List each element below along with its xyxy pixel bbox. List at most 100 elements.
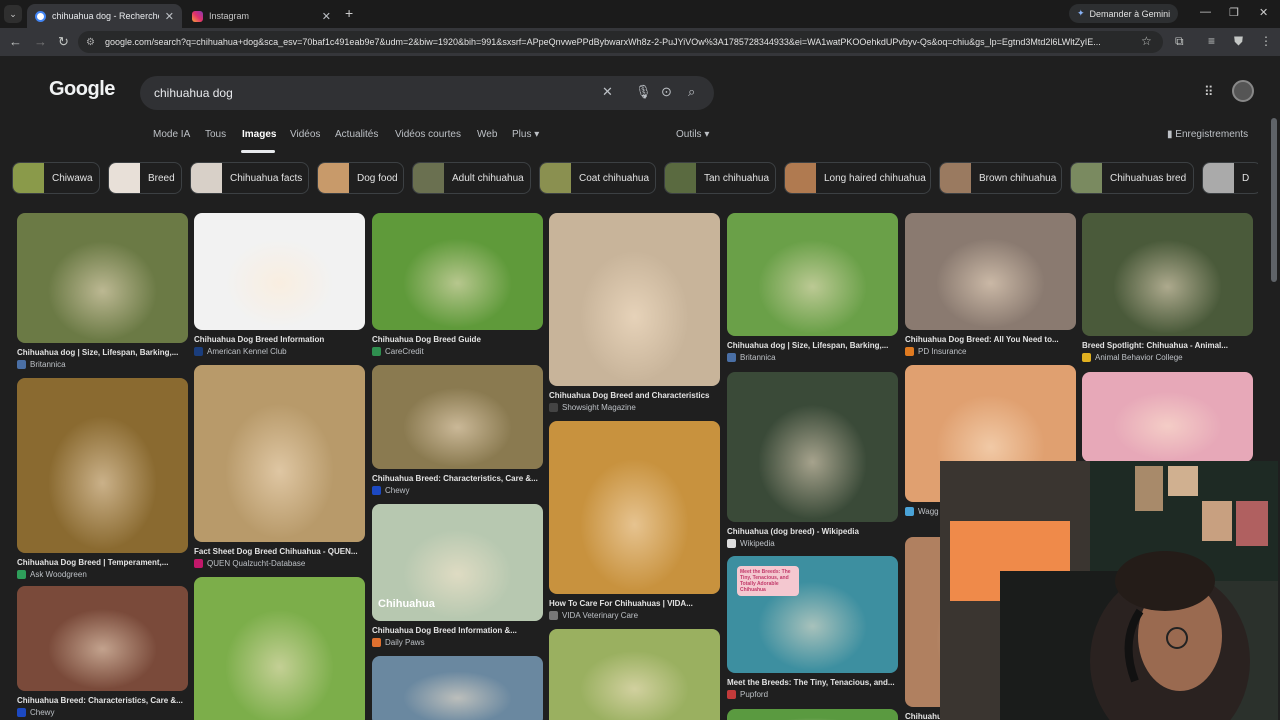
result-title[interactable]: Chihuahua Breed: Characteristics, Care &… [17, 696, 188, 705]
tab-ai-mode[interactable]: Mode IA [153, 129, 190, 140]
browser-menu-icon[interactable]: ⋮ [1260, 34, 1272, 48]
result-title[interactable]: Chihuahua Breed: Characteristics, Care &… [372, 474, 543, 483]
tab-instagram[interactable]: Instagram ✕ [184, 4, 339, 28]
new-tab-icon[interactable]: + [345, 5, 353, 21]
result-thumbnail[interactable] [194, 577, 365, 720]
tab-more[interactable]: Plus ▾ [512, 129, 539, 140]
result-source[interactable]: QUEN Qualzucht-Database [194, 559, 365, 568]
chip-chihuahuas-bred[interactable]: Chihuahuas bred [1070, 162, 1194, 194]
result-source[interactable]: Animal Behavior College [1082, 353, 1253, 362]
result-source[interactable]: Showsight Magazine [549, 403, 720, 412]
tab-all[interactable]: Tous [205, 129, 226, 140]
tab-web[interactable]: Web [477, 129, 497, 140]
result-title[interactable]: How To Care For Chihuahuas | VIDA... [549, 599, 720, 608]
result-source[interactable]: VIDA Veterinary Care [549, 611, 720, 620]
result-source[interactable]: CareCredit [372, 347, 543, 356]
tab-videos[interactable]: Vidéos [290, 129, 320, 140]
tools-button[interactable]: Outils ▾ [676, 129, 709, 140]
saved-button[interactable]: ▮ Enregistrements [1167, 129, 1248, 140]
chip-chiwawa[interactable]: Chiwawa [12, 162, 100, 194]
result-title[interactable]: Breed Spotlight: Chihuahua - Animal... [1082, 341, 1253, 350]
result-thumbnail[interactable] [1082, 372, 1253, 462]
chip-coat-chihuahua[interactable]: Coat chihuahua [539, 162, 656, 194]
result-thumbnail[interactable] [727, 213, 898, 336]
lens-search-icon[interactable]: ⊙ [661, 84, 672, 100]
chip-d[interactable]: D [1202, 162, 1258, 194]
result-thumbnail[interactable] [17, 213, 188, 343]
tab-news[interactable]: Actualités [335, 129, 378, 140]
result-title[interactable]: Chihuahua Dog Breed | Temperament,... [17, 558, 188, 567]
result-title[interactable]: Chihuahua Dog Breed Information [194, 335, 365, 344]
tab-short-videos[interactable]: Vidéos courtes [395, 129, 461, 140]
result-source[interactable]: Wikipedia [727, 539, 898, 548]
related-searches-chips: Chiwawa Breed Chihuahua facts Dog food Adult… [12, 162, 1258, 194]
result-thumbnail[interactable] [727, 372, 898, 522]
media-controls-icon[interactable]: ≡ [1208, 34, 1215, 48]
result-title[interactable]: Chihuahua Dog Breed Information &... [372, 626, 543, 635]
address-bar[interactable]: google.com/search?q=chihuahua+dog&sca_es… [78, 31, 1163, 53]
result-source[interactable]: Britannica [17, 360, 188, 369]
result-thumbnail[interactable] [372, 365, 543, 469]
result-thumbnail[interactable] [549, 213, 720, 386]
chip-dog-food[interactable]: Dog food [317, 162, 404, 194]
close-tab-icon[interactable]: ✕ [165, 10, 174, 23]
result-title[interactable]: Chihuahua dog | Size, Lifespan, Barking,… [727, 341, 898, 350]
forward-icon[interactable]: → [34, 34, 47, 49]
result-title[interactable]: Fact Sheet Dog Breed Chihuahua - QUEN... [194, 547, 365, 556]
result-thumbnail[interactable] [549, 629, 720, 720]
bookmark-star-icon[interactable]: ☆ [1141, 34, 1152, 48]
page-scrollbar[interactable] [1271, 118, 1277, 282]
minimize-icon[interactable]: — [1200, 6, 1211, 18]
result-thumbnail[interactable] [372, 656, 543, 720]
restore-icon[interactable]: ❐ [1229, 6, 1239, 19]
chip-brown-chihuahua[interactable]: Brown chihuahua [939, 162, 1062, 194]
profile-shield-icon[interactable]: ⛊ [1234, 34, 1243, 49]
tab-images[interactable]: Images [242, 129, 276, 140]
back-icon[interactable]: ← [9, 34, 22, 49]
result-title[interactable]: Chihuahua (dog breed) - Wikipedia [727, 527, 898, 536]
result-thumbnail[interactable] [905, 213, 1076, 330]
chip-chihuahua-facts[interactable]: Chihuahua facts [190, 162, 309, 194]
result-source[interactable]: American Kennel Club [194, 347, 365, 356]
clear-search-icon[interactable]: ✕ [602, 84, 613, 100]
reload-icon[interactable]: ↻ [58, 34, 69, 50]
extensions-icon[interactable]: ⧉ [1175, 34, 1184, 49]
result-thumbnail[interactable] [549, 421, 720, 594]
result-title[interactable]: Meet the Breeds: The Tiny, Tenacious, an… [727, 678, 898, 687]
result-title[interactable]: Chihuahua Dog Breed Guide [372, 335, 543, 344]
result-title[interactable]: Chihuahua Dog Breed: All You Need to... [905, 335, 1076, 344]
tab-google-search[interactable]: chihuahua dog - Recherche Go ✕ [27, 4, 182, 28]
result-thumbnail[interactable] [17, 378, 188, 553]
result-source[interactable]: Ask Woodgreen [17, 570, 188, 579]
site-info-icon[interactable]: ⚙ [86, 37, 95, 48]
close-tab-icon[interactable]: ✕ [322, 10, 331, 23]
chip-tan-chihuahua[interactable]: Tan chihuahua [664, 162, 776, 194]
result-thumbnail[interactable] [194, 365, 365, 542]
account-avatar[interactable] [1232, 80, 1254, 102]
google-logo[interactable]: Google [49, 78, 115, 101]
result-source[interactable]: Daily Paws [372, 638, 543, 647]
chip-long-haired-chihuahua[interactable]: Long haired chihuahua [784, 162, 931, 194]
result-source[interactable]: PD Insurance [905, 347, 1076, 356]
google-apps-icon[interactable]: ⠿ [1204, 84, 1214, 100]
result-title[interactable]: Chihuahua dog | Size, Lifespan, Barking,… [17, 348, 188, 357]
close-window-icon[interactable]: ✕ [1259, 6, 1268, 19]
chip-adult-chihuahua[interactable]: Adult chihuahua [412, 162, 531, 194]
result-source[interactable]: Chewy [372, 486, 543, 495]
tab-search-button[interactable]: ⌄ [4, 5, 22, 23]
result-source[interactable]: Pupford [727, 690, 898, 699]
result-thumbnail[interactable] [727, 709, 898, 720]
source-favicon-icon [727, 539, 736, 548]
result-title[interactable]: Chihuahua Dog Breed and Characteristics [549, 391, 720, 400]
result-source[interactable]: Chewy [17, 708, 188, 717]
chip-breed[interactable]: Breed [108, 162, 182, 194]
result-thumbnail[interactable] [372, 213, 543, 330]
result-source[interactable]: Britannica [727, 353, 898, 362]
voice-search-icon[interactable]: 🎙︎ [635, 84, 652, 100]
search-icon[interactable]: ⌕ [688, 84, 695, 100]
result-thumbnail[interactable] [194, 213, 365, 330]
search-input[interactable]: chihuahua dog [140, 76, 714, 110]
result-thumbnail[interactable] [1082, 213, 1253, 336]
result-thumbnail[interactable] [17, 586, 188, 691]
gemini-button[interactable]: ✦ Demander à Gemini [1069, 4, 1179, 23]
